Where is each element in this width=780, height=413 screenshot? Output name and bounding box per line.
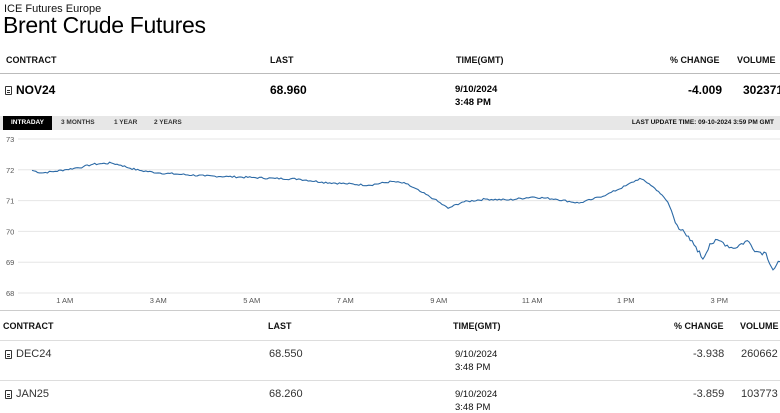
col-volume-header: VOLUME xyxy=(740,321,779,331)
x-tick-label: 1 AM xyxy=(56,296,73,305)
col-volume-header: VOLUME xyxy=(737,55,776,65)
contract-link-nov24[interactable]: NOV24 xyxy=(16,83,55,97)
percent-change: -3.938 xyxy=(693,348,725,360)
document-icon xyxy=(5,390,12,399)
trade-date: 9/10/2024 xyxy=(455,349,498,360)
trade-date: 9/10/2024 xyxy=(455,389,498,400)
col-contract-header: CONTRACT xyxy=(3,321,54,331)
percent-change: -4.009 xyxy=(688,83,723,97)
divider xyxy=(0,380,780,381)
divider xyxy=(0,73,780,74)
x-tick-label: 1 PM xyxy=(617,296,635,305)
x-tick-label: 5 AM xyxy=(243,296,260,305)
trade-date: 9/10/2024 xyxy=(455,84,498,95)
volume: 302371 xyxy=(743,83,780,97)
tab-2-years[interactable]: 2 YEARS xyxy=(154,116,182,130)
divider xyxy=(0,340,780,341)
trade-time: 3:48 PM xyxy=(455,97,491,108)
page-title: Brent Crude Futures xyxy=(3,12,206,38)
document-icon xyxy=(5,350,12,359)
x-tick-label: 9 AM xyxy=(430,296,447,305)
price-line xyxy=(31,161,780,271)
trade-time: 3:48 PM xyxy=(455,402,491,413)
tab-1-year[interactable]: 1 YEAR xyxy=(114,116,137,130)
y-tick-label: 69 xyxy=(6,258,14,267)
x-tick-label: 7 AM xyxy=(337,296,354,305)
divider xyxy=(0,310,780,311)
last-price: 68.260 xyxy=(269,388,303,400)
x-tick-label: 11 AM xyxy=(522,296,543,305)
contract-link-jan25[interactable]: JAN25 xyxy=(16,388,49,400)
range-tab-bar: INTRADAY 3 MONTHS 1 YEAR 2 YEARS LAST UP… xyxy=(0,116,780,130)
last-price: 68.960 xyxy=(270,83,307,97)
col-time-header: TIME(GMT) xyxy=(453,321,501,331)
col-last-header: LAST xyxy=(270,55,294,65)
tab-3-months[interactable]: 3 MONTHS xyxy=(61,116,95,130)
x-tick-label: 3 AM xyxy=(150,296,167,305)
last-price: 68.550 xyxy=(269,348,303,360)
volume: 103773 xyxy=(741,388,778,400)
percent-change: -3.859 xyxy=(693,388,725,400)
trade-time: 3:48 PM xyxy=(455,362,491,373)
y-tick-label: 71 xyxy=(6,197,14,206)
contract-link-dec24[interactable]: DEC24 xyxy=(16,348,51,360)
y-tick-label: 72 xyxy=(6,166,14,175)
y-tick-label: 70 xyxy=(6,227,14,236)
document-icon xyxy=(5,86,12,95)
volume: 260662 xyxy=(741,348,778,360)
x-tick-label: 3 PM xyxy=(710,296,728,305)
col-time-header: TIME(GMT) xyxy=(456,55,504,65)
col-change-header: % CHANGE xyxy=(670,55,720,65)
last-update-time: LAST UPDATE TIME: 09-10-2024 3:59 PM GMT xyxy=(631,119,774,126)
price-chart: 68 69 70 71 72 73 1 AM 3 AM 5 AM 7 AM 9 AM 11 AM 1 … xyxy=(6,135,780,305)
col-contract-header: CONTRACT xyxy=(6,55,57,65)
y-tick-label: 68 xyxy=(6,289,14,298)
y-tick-label: 73 xyxy=(6,135,14,144)
col-last-header: LAST xyxy=(268,321,292,331)
col-change-header: % CHANGE xyxy=(674,321,724,331)
tab-intraday[interactable]: INTRADAY xyxy=(3,116,52,130)
